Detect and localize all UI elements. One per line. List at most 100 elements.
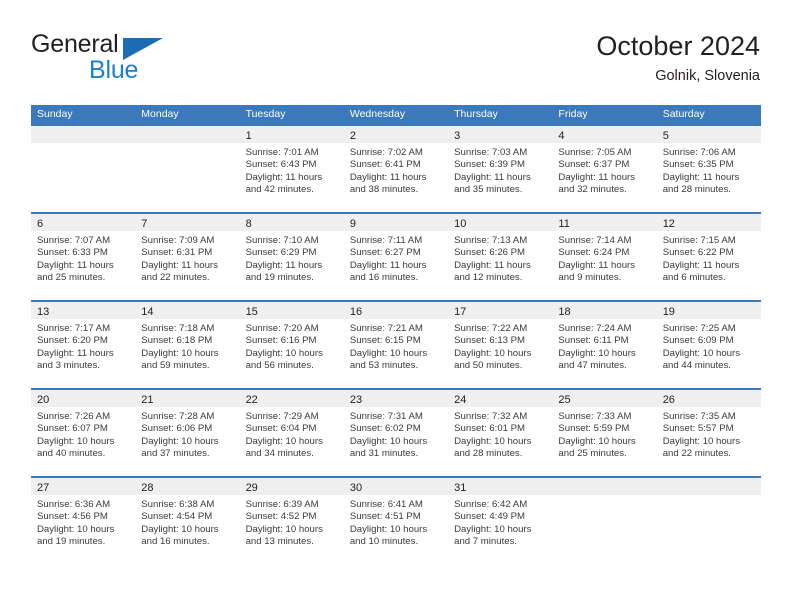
calendar-day-cell[interactable]: 9 Sunrise: 7:11 AM Sunset: 6:27 PM Daylight…	[343, 214, 449, 300]
calendar-day-cell[interactable]: 15 Sunrise: 7:20 AM Sunset: 6:16 PM Dayligh…	[239, 302, 344, 388]
calendar-day-cell[interactable]: 13 Sunrise: 7:17 AM Sunset: 6:20 PM Dayligh…	[31, 302, 136, 388]
calendar-day-cell[interactable]: 22 Sunrise: 7:29 AM Sunset: 6:04 PM Dayligh…	[239, 390, 344, 476]
day-number: 5	[662, 130, 669, 142]
day-daylight-1-text: Daylight: 10 hours	[141, 523, 219, 535]
day-daylight-1-text: Daylight: 10 hours	[141, 435, 219, 447]
day-sunrise-text: Sunrise: 7:13 AM	[454, 235, 528, 246]
day-sunrise-text: Sunrise: 7:03 AM	[454, 147, 528, 158]
calendar-week-row: 27 Sunrise: 6:36 AM Sunset: 4:56 PM Dayligh…	[31, 476, 761, 564]
day-daylight-2-text: and 25 minutes.	[558, 448, 627, 460]
day-sun-info: Sunrise: 6:38 AM Sunset: 4:54 PM Daylight:…	[135, 495, 239, 549]
calendar-day-cell[interactable]: 17 Sunrise: 7:22 AM Sunset: 6:13 PM Dayligh…	[448, 302, 553, 388]
calendar-day-cell[interactable]: 14 Sunrise: 7:18 AM Sunset: 6:18 PM Dayligh…	[135, 302, 240, 388]
day-number-band: 3	[448, 126, 553, 143]
day-daylight-1-text: Daylight: 11 hours	[245, 171, 323, 183]
calendar-day-cell[interactable]: 8 Sunrise: 7:10 AM Sunset: 6:29 PM Daylight…	[239, 214, 344, 300]
day-sun-info: Sunrise: 7:07 AM Sunset: 6:33 PM Daylight:…	[31, 231, 135, 285]
calendar-day-cell[interactable]: 18 Sunrise: 7:24 AM Sunset: 6:11 PM Dayligh…	[552, 302, 657, 388]
day-number: 2	[349, 130, 356, 142]
day-daylight-2-text: and 13 minutes.	[245, 536, 314, 548]
day-sunset-text: Sunset: 4:52 PM	[245, 511, 317, 523]
day-sun-info: Sunrise: 7:11 AM Sunset: 6:27 PM Daylight:…	[344, 231, 448, 285]
calendar-day-cell[interactable]: 12 Sunrise: 7:15 AM Sunset: 6:22 PM Dayligh…	[656, 214, 761, 300]
calendar-day-cell[interactable]: 24 Sunrise: 7:32 AM Sunset: 6:01 PM Dayligh…	[448, 390, 553, 476]
day-number-band: 30	[343, 478, 449, 495]
day-daylight-1-text: Daylight: 11 hours	[37, 259, 114, 271]
day-sun-info: Sunrise: 6:39 AM Sunset: 4:52 PM Daylight:…	[240, 495, 344, 549]
day-sunset-text: Sunset: 6:20 PM	[37, 335, 108, 347]
day-sunset-text: Sunset: 4:54 PM	[141, 511, 213, 523]
calendar-day-cell[interactable]: 23 Sunrise: 7:31 AM Sunset: 6:02 PM Dayligh…	[343, 390, 449, 476]
day-number-band: 11	[552, 214, 657, 231]
day-daylight-2-text: and 10 minutes.	[349, 536, 419, 548]
general-blue-logo[interactable]: General Blue	[31, 30, 261, 88]
calendar-week-row: 20 Sunrise: 7:26 AM Sunset: 6:07 PM Dayligh…	[31, 388, 761, 476]
calendar-day-cell[interactable]: 28 Sunrise: 6:38 AM Sunset: 4:54 PM Dayligh…	[135, 478, 240, 564]
day-sun-info: Sunrise: 7:17 AM Sunset: 6:20 PM Daylight:…	[31, 319, 135, 373]
weekday-header-saturday: Saturday	[662, 108, 705, 120]
day-daylight-1-text: Daylight: 11 hours	[245, 259, 323, 271]
day-daylight-2-text: and 44 minutes.	[662, 360, 731, 372]
day-sunset-text: Sunset: 6:26 PM	[454, 247, 526, 259]
day-sunrise-text: Sunrise: 7:28 AM	[141, 411, 215, 422]
day-sunset-text: Sunset: 6:04 PM	[245, 423, 317, 435]
calendar-day-cell[interactable]: 27 Sunrise: 6:36 AM Sunset: 4:56 PM Dayligh…	[31, 478, 136, 564]
calendar-day-cell[interactable]: 21 Sunrise: 7:28 AM Sunset: 6:06 PM Dayligh…	[135, 390, 240, 476]
day-sunset-text: Sunset: 6:07 PM	[37, 423, 108, 435]
day-sunrise-text: Sunrise: 7:21 AM	[349, 323, 423, 334]
calendar-day-cell[interactable]: 4 Sunrise: 7:05 AM Sunset: 6:37 PM Daylight…	[552, 126, 657, 212]
title-block: October 2024 Golnik, Slovenia	[596, 30, 760, 86]
day-sun-info: Sunrise: 7:24 AM Sunset: 6:11 PM Daylight:…	[552, 319, 656, 373]
day-daylight-2-text: and 53 minutes.	[349, 360, 419, 372]
day-number: 26	[662, 394, 675, 406]
calendar-day-cell[interactable]: 20 Sunrise: 7:26 AM Sunset: 6:07 PM Dayligh…	[31, 390, 136, 476]
calendar-day-cell[interactable]: 25 Sunrise: 7:33 AM Sunset: 5:59 PM Dayligh…	[552, 390, 657, 476]
day-number-band: 26	[656, 390, 761, 407]
day-sun-info: Sunrise: 7:14 AM Sunset: 6:24 PM Daylight:…	[552, 231, 656, 285]
calendar-day-cell[interactable]: 10 Sunrise: 7:13 AM Sunset: 6:26 PM Dayligh…	[448, 214, 553, 300]
day-sunrise-text: Sunrise: 7:26 AM	[37, 411, 111, 422]
day-sunrise-text: Sunrise: 6:42 AM	[454, 499, 528, 510]
day-sun-info: Sunrise: 7:10 AM Sunset: 6:29 PM Daylight:…	[240, 231, 344, 285]
day-daylight-1-text: Daylight: 11 hours	[141, 259, 218, 271]
calendar-day-cell[interactable]: 6 Sunrise: 7:07 AM Sunset: 6:33 PM Daylight…	[31, 214, 136, 300]
day-sunrise-text: Sunrise: 7:14 AM	[558, 235, 632, 246]
calendar-day-cell[interactable]: 26 Sunrise: 7:35 AM Sunset: 5:57 PM Dayligh…	[656, 390, 761, 476]
day-daylight-2-text: and 12 minutes.	[454, 272, 523, 284]
calendar-day-cell[interactable]: 29 Sunrise: 6:39 AM Sunset: 4:52 PM Dayligh…	[239, 478, 344, 564]
day-number: 16	[349, 306, 363, 318]
day-number: 23	[349, 394, 363, 406]
day-sunrise-text: Sunrise: 7:02 AM	[349, 147, 423, 158]
day-number: 9	[349, 218, 356, 230]
day-number: 13	[37, 306, 50, 318]
calendar-day-cell[interactable]: 16 Sunrise: 7:21 AM Sunset: 6:15 PM Dayligh…	[343, 302, 449, 388]
day-daylight-1-text: Daylight: 10 hours	[37, 435, 115, 447]
day-daylight-2-text: and 25 minutes.	[37, 272, 106, 284]
calendar-day-cell[interactable]: 19 Sunrise: 7:25 AM Sunset: 6:09 PM Dayligh…	[656, 302, 761, 388]
calendar-day-cell[interactable]: 1 Sunrise: 7:01 AM Sunset: 6:43 PM Daylight…	[239, 126, 344, 212]
day-sunrise-text: Sunrise: 7:15 AM	[662, 235, 736, 246]
calendar-day-cell[interactable]: 11 Sunrise: 7:14 AM Sunset: 6:24 PM Dayligh…	[552, 214, 657, 300]
calendar-day-cell[interactable]: 2 Sunrise: 7:02 AM Sunset: 6:41 PM Daylight…	[343, 126, 449, 212]
day-sunrise-text: Sunrise: 6:36 AM	[37, 499, 111, 510]
day-sunset-text: Sunset: 6:22 PM	[662, 247, 734, 259]
day-sun-info: Sunrise: 7:01 AM Sunset: 6:43 PM Daylight:…	[240, 143, 344, 197]
calendar-day-cell-empty	[656, 478, 761, 564]
calendar-day-cell[interactable]: 3 Sunrise: 7:03 AM Sunset: 6:39 PM Daylight…	[448, 126, 553, 212]
calendar-day-cell[interactable]: 31 Sunrise: 6:42 AM Sunset: 4:49 PM Dayligh…	[448, 478, 553, 564]
calendar-day-cell[interactable]: 7 Sunrise: 7:09 AM Sunset: 6:31 PM Daylight…	[135, 214, 240, 300]
day-sunrise-text: Sunrise: 6:39 AM	[245, 499, 319, 510]
day-sun-info: Sunrise: 7:21 AM Sunset: 6:15 PM Daylight:…	[344, 319, 448, 373]
day-number: 30	[349, 482, 363, 494]
day-sunset-text: Sunset: 6:41 PM	[349, 159, 421, 171]
day-sunrise-text: Sunrise: 7:31 AM	[349, 411, 423, 422]
calendar-day-cell[interactable]: 30 Sunrise: 6:41 AM Sunset: 4:51 PM Dayligh…	[343, 478, 449, 564]
day-daylight-2-text: and 22 minutes.	[141, 272, 210, 284]
day-sunrise-text: Sunrise: 7:29 AM	[245, 411, 319, 422]
day-daylight-1-text: Daylight: 10 hours	[662, 347, 741, 359]
calendar-weeks: 1 Sunrise: 7:01 AM Sunset: 6:43 PM Daylight…	[31, 124, 761, 564]
day-number-band: 7	[135, 214, 240, 231]
day-sunrise-text: Sunrise: 7:32 AM	[454, 411, 528, 422]
day-number-band: 23	[343, 390, 449, 407]
calendar-day-cell[interactable]: 5 Sunrise: 7:06 AM Sunset: 6:35 PM Daylight…	[656, 126, 761, 212]
